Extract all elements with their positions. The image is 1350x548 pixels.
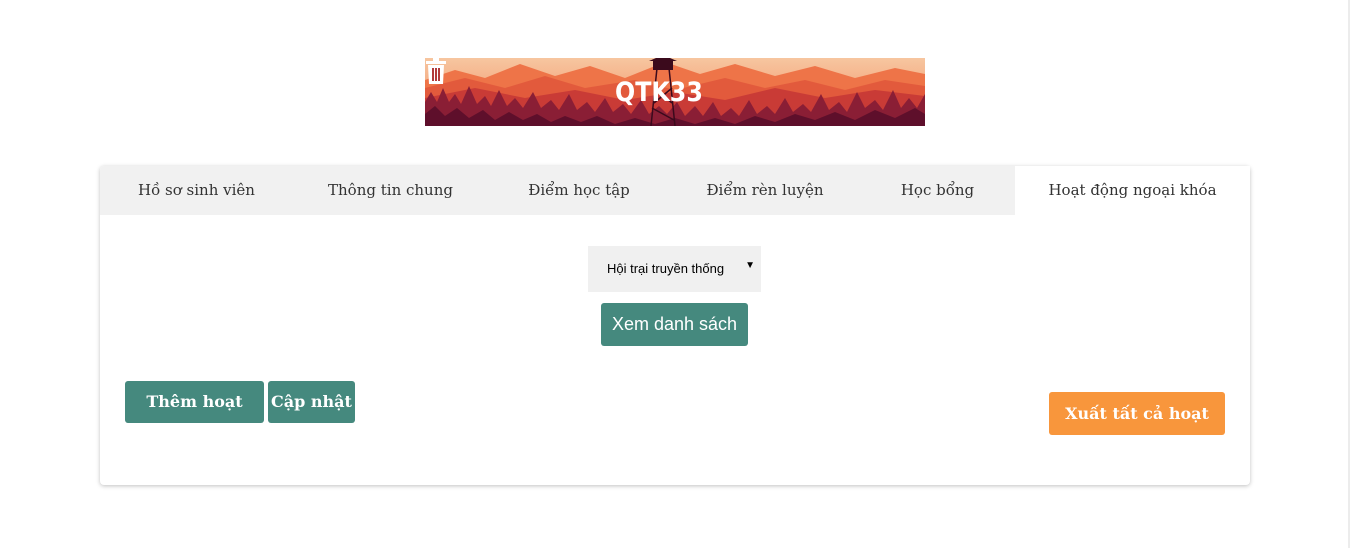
view-list-button[interactable]: Xem danh sách <box>601 303 748 346</box>
tab-bar: Hồ sơ sinh viên Thông tin chung Điểm học… <box>100 166 1250 215</box>
site-title: QTK33 <box>615 76 703 108</box>
tab-academic-scores[interactable]: Điểm học tập <box>488 166 670 215</box>
tab-scholarship[interactable]: Học bổng <box>860 166 1015 215</box>
activity-select-value: Hội trại truyền thống <box>607 261 725 276</box>
activity-select[interactable]: Hội trại truyền thống ▼ <box>588 246 761 292</box>
export-all-activities-button[interactable]: Xuất tất cả hoạt động <box>1049 392 1225 466</box>
header-banner: QTK33 <box>425 58 925 126</box>
tab-extracurricular[interactable]: Hoạt động ngoại khóa <box>1015 166 1250 215</box>
update-button[interactable]: Cập nhật <box>268 381 355 423</box>
tab-student-profile[interactable]: Hồ sơ sinh viên <box>100 166 293 215</box>
add-activity-button[interactable]: Thêm hoạt động <box>125 381 264 453</box>
trash-icon[interactable] <box>426 58 741 107</box>
content-card: Hồ sơ sinh viên Thông tin chung Điểm học… <box>100 166 1250 485</box>
tab-conduct-scores[interactable]: Điểm rèn luyện <box>670 166 860 215</box>
caret-down-icon: ▼ <box>745 260 755 271</box>
tab-general-info[interactable]: Thông tin chung <box>293 166 488 215</box>
